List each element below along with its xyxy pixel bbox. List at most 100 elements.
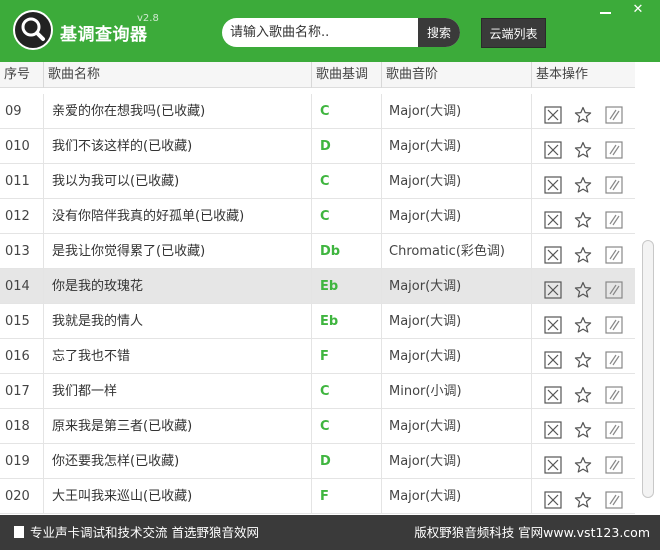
header-scale[interactable]: 歌曲音阶 bbox=[382, 62, 532, 88]
star-icon[interactable] bbox=[574, 243, 592, 263]
delete-icon[interactable] bbox=[544, 138, 562, 159]
table-row[interactable]: 011 我以为我可以(已收藏) C Major(大调) bbox=[0, 164, 635, 199]
magnifier-logo-icon bbox=[13, 10, 53, 50]
song-name: 我们不该这样的(已收藏) bbox=[44, 129, 312, 164]
row-number: 020 bbox=[0, 479, 44, 514]
row-number: 018 bbox=[0, 409, 44, 444]
star-icon[interactable] bbox=[574, 138, 592, 158]
delete-icon[interactable] bbox=[544, 278, 562, 299]
copy-icon[interactable] bbox=[605, 138, 623, 159]
song-name: 忘了我也不错 bbox=[44, 339, 312, 374]
star-icon[interactable] bbox=[574, 383, 592, 403]
app-title: 基调查询器 bbox=[60, 25, 148, 45]
row-number: 09 bbox=[0, 94, 44, 129]
search-input[interactable] bbox=[222, 18, 418, 47]
header-no[interactable]: 序号 bbox=[0, 62, 44, 88]
delete-icon[interactable] bbox=[544, 173, 562, 194]
song-name: 大王叫我来巡山(已收藏) bbox=[44, 479, 312, 514]
song-name: 是我让你觉得累了(已收藏) bbox=[44, 234, 312, 269]
row-number: 014 bbox=[0, 269, 44, 304]
copy-icon[interactable] bbox=[605, 488, 623, 509]
table-row[interactable]: 015 我就是我的情人 Eb Major(大调) bbox=[0, 304, 635, 339]
song-scale: Major(大调) bbox=[382, 269, 532, 304]
delete-icon[interactable] bbox=[544, 488, 562, 509]
copy-icon[interactable] bbox=[605, 103, 623, 124]
row-actions bbox=[532, 129, 635, 164]
song-scale: Major(大调) bbox=[382, 479, 532, 514]
song-scale: Major(大调) bbox=[382, 444, 532, 479]
table-row[interactable]: 018 原来我是第三者(已收藏) C Major(大调) bbox=[0, 409, 635, 444]
table-row[interactable]: 014 你是我的玫瑰花 Eb Major(大调) bbox=[0, 269, 635, 304]
table-row[interactable]: 010 我们不该这样的(已收藏) D Major(大调) bbox=[0, 129, 635, 164]
table-row[interactable]: 020 大王叫我来巡山(已收藏) F Major(大调) bbox=[0, 479, 635, 514]
star-icon[interactable] bbox=[574, 278, 592, 298]
cloud-list-button[interactable]: 云端列表 bbox=[481, 18, 546, 48]
song-scale: Major(大调) bbox=[382, 94, 532, 129]
status-right-text[interactable]: 版权野狼音频科技 官网www.vst123.com bbox=[414, 515, 650, 550]
row-number: 010 bbox=[0, 129, 44, 164]
table-row[interactable]: 017 我们都一样 C Minor(小调) bbox=[0, 374, 635, 409]
copy-icon[interactable] bbox=[605, 453, 623, 474]
star-icon[interactable] bbox=[574, 488, 592, 508]
song-scale: Major(大调) bbox=[382, 339, 532, 374]
star-icon[interactable] bbox=[574, 418, 592, 438]
close-icon[interactable]: ✕ bbox=[628, 2, 648, 18]
delete-icon[interactable] bbox=[544, 348, 562, 369]
row-actions bbox=[532, 164, 635, 199]
table-row[interactable]: 013 是我让你觉得累了(已收藏) Db Chromatic(彩色调) bbox=[0, 234, 635, 269]
song-key: F bbox=[312, 339, 382, 374]
table-row[interactable]: 09 亲爱的你在想我吗(已收藏) C Major(大调) bbox=[0, 94, 635, 129]
row-actions bbox=[532, 94, 635, 129]
table-row[interactable]: 012 没有你陪伴我真的好孤单(已收藏) C Major(大调) bbox=[0, 199, 635, 234]
song-name: 亲爱的你在想我吗(已收藏) bbox=[44, 94, 312, 129]
delete-icon[interactable] bbox=[544, 453, 562, 474]
star-icon[interactable] bbox=[574, 348, 592, 368]
star-icon[interactable] bbox=[574, 313, 592, 333]
song-scale: Chromatic(彩色调) bbox=[382, 234, 532, 269]
song-name: 我就是我的情人 bbox=[44, 304, 312, 339]
copy-icon[interactable] bbox=[605, 243, 623, 264]
delete-icon[interactable] bbox=[544, 383, 562, 404]
minimize-icon[interactable] bbox=[596, 4, 616, 18]
song-key: C bbox=[312, 94, 382, 129]
song-key: Db bbox=[312, 234, 382, 269]
star-icon[interactable] bbox=[574, 173, 592, 193]
copy-icon[interactable] bbox=[605, 383, 623, 404]
table-row[interactable]: 019 你还要我怎样(已收藏) D Major(大调) bbox=[0, 444, 635, 479]
song-key: C bbox=[312, 374, 382, 409]
star-icon[interactable] bbox=[574, 103, 592, 123]
copy-icon[interactable] bbox=[605, 208, 623, 229]
header-name[interactable]: 歌曲名称 bbox=[44, 62, 312, 88]
song-key: C bbox=[312, 164, 382, 199]
delete-icon[interactable] bbox=[544, 243, 562, 264]
title-bar: 基调查询器 v2.8 搜索 云端列表 ✕ bbox=[0, 0, 660, 62]
song-key: D bbox=[312, 444, 382, 479]
song-key: C bbox=[312, 199, 382, 234]
copy-icon[interactable] bbox=[605, 418, 623, 439]
song-key: D bbox=[312, 129, 382, 164]
copy-icon[interactable] bbox=[605, 173, 623, 194]
row-number: 011 bbox=[0, 164, 44, 199]
delete-icon[interactable] bbox=[544, 103, 562, 124]
song-key: Eb bbox=[312, 269, 382, 304]
song-key: C bbox=[312, 409, 382, 444]
song-name: 你还要我怎样(已收藏) bbox=[44, 444, 312, 479]
star-icon[interactable] bbox=[574, 208, 592, 228]
delete-icon[interactable] bbox=[544, 208, 562, 229]
star-icon[interactable] bbox=[574, 453, 592, 473]
row-number: 016 bbox=[0, 339, 44, 374]
search-button[interactable]: 搜索 bbox=[418, 18, 460, 47]
table-row[interactable]: 016 忘了我也不错 F Major(大调) bbox=[0, 339, 635, 374]
song-scale: Major(大调) bbox=[382, 199, 532, 234]
copy-icon[interactable] bbox=[605, 278, 623, 299]
scrollbar-thumb[interactable] bbox=[642, 240, 654, 498]
copy-icon[interactable] bbox=[605, 348, 623, 369]
header-key[interactable]: 歌曲基调 bbox=[312, 62, 382, 88]
delete-icon[interactable] bbox=[544, 313, 562, 334]
copy-icon[interactable] bbox=[605, 313, 623, 334]
delete-icon[interactable] bbox=[544, 418, 562, 439]
song-list: 09 亲爱的你在想我吗(已收藏) C Major(大调) 010 我们不该这样的(已收藏)… bbox=[0, 88, 635, 515]
song-name: 没有你陪伴我真的好孤单(已收藏) bbox=[44, 199, 312, 234]
song-name: 你是我的玫瑰花 bbox=[44, 269, 312, 304]
status-left-text[interactable]: 专业声卡调试和技术交流 首选野狼音效网 bbox=[30, 525, 259, 540]
